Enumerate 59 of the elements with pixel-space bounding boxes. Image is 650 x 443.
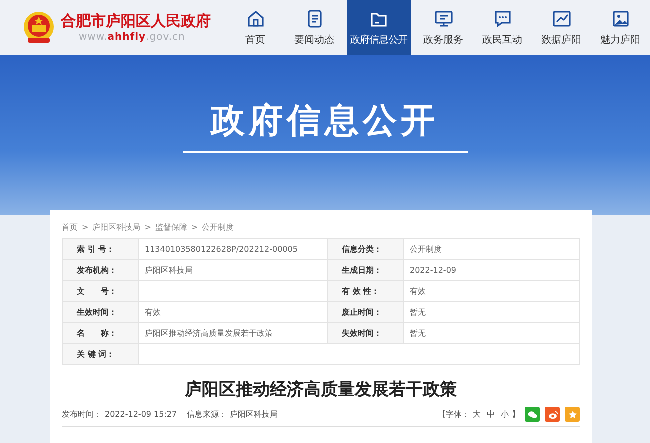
table-cell: 11340103580122628P/202212-00005 [138,238,328,260]
table-cell: 有效 [404,280,580,302]
nav-tab[interactable]: 政府信息公开 [347,0,411,55]
table-cell: 公开制度 [404,238,580,260]
table-cell: 有效 [138,302,328,322]
font-size-link[interactable]: 中 [487,409,495,420]
table-label: 生成日期： [328,260,404,280]
nav-tab[interactable]: 首页 [229,0,282,55]
font-size-link[interactable]: 小 [501,409,509,420]
breadcrumb-link[interactable]: 公开制度 [202,222,234,232]
nav-tab[interactable]: 政民互动 [476,0,529,55]
site-title: 合肥市庐阳区人民政府 [61,12,211,30]
home-icon [246,8,266,28]
font-size-label: 【字体： [438,409,470,420]
table-label: 生效时间： [62,302,138,322]
publish-time: 2022-12-09 15:27 [105,410,178,419]
table-label: 有 效 性： [328,280,404,302]
wechat-icon [526,408,538,420]
source-name: 庐阳区科技局 [230,409,278,420]
nav-tab[interactable]: 数据庐阳 [535,0,588,55]
breadcrumb-separator: > [82,222,89,232]
article-title: 庐阳区推动经济高质量发展若干政策 [184,379,458,401]
table-label: 废止时间： [328,302,404,322]
nav-tab[interactable]: 魅力庐阳 [594,0,647,55]
font-size-link[interactable]: 大 [473,409,481,420]
breadcrumb-separator: > [144,222,152,232]
nav-tab[interactable]: 要闻动态 [288,0,341,55]
table-label: 发布机构： [62,260,138,280]
table-label: 关 键 词： [62,344,138,364]
chart-icon [552,8,572,28]
image-icon [610,8,630,28]
breadcrumb-link[interactable]: 庐阳区科技局 [92,222,141,232]
wechat-share-button[interactable] [525,407,540,422]
emblem-icon [22,10,56,44]
bracket-text: 】 [512,409,520,420]
table-label: 索 引 号： [62,238,138,260]
chat-icon [492,8,512,28]
star-icon [566,408,578,420]
table-label: 信息分类： [328,238,404,260]
table-label: 失效时间： [328,322,404,344]
star-share-button[interactable] [565,407,580,422]
weibo-icon [546,408,558,420]
publish-time-label: 发布时间： [62,409,102,420]
table-cell: 庐阳区科技局 [138,260,328,280]
table-cell: 暂无 [404,302,580,322]
breadcrumb-link[interactable]: 监督保障 [155,222,188,232]
monitor-icon [434,8,454,28]
weibo-share-button[interactable] [545,407,560,422]
breadcrumb-link[interactable]: 首页 [62,222,78,232]
table-label: 名 称： [62,322,138,344]
source-label: 信息来源： [187,409,228,420]
table-cell: 2022-12-09 [404,260,580,280]
banner-title: 政府信息公开 [211,100,439,143]
table-cell: 暂无 [404,322,580,344]
site-url: www.ahhfly.gov.cn [79,32,186,43]
breadcrumb-separator: > [191,222,198,232]
table-label: 文 号： [62,280,138,302]
nav-tab[interactable]: 政务服务 [417,0,470,55]
table-cell: 庐阳区推动经济高质量发展若干政策 [138,322,328,344]
